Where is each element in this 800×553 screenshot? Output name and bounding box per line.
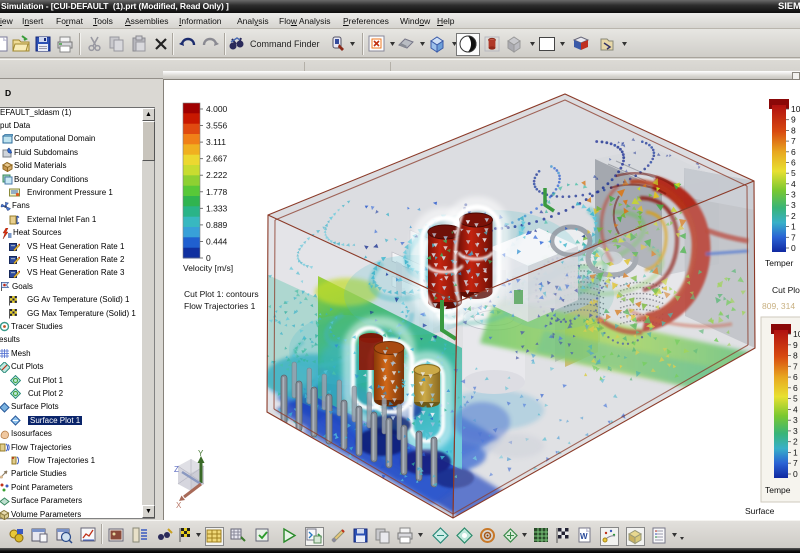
svg-text:Tempe: Tempe bbox=[765, 485, 791, 495]
svg-text:7: 7 bbox=[793, 361, 798, 371]
svg-text:7: 7 bbox=[791, 136, 796, 146]
svg-text:6: 6 bbox=[791, 147, 796, 157]
svg-text:0: 0 bbox=[793, 469, 798, 479]
svg-text:W: W bbox=[580, 532, 588, 541]
svg-text:Cut Plot 1: contours: Cut Plot 1: contours bbox=[184, 289, 259, 299]
svg-text:Temper: Temper bbox=[765, 258, 794, 268]
svg-text:2.222: 2.222 bbox=[206, 170, 228, 180]
svg-text:10: 10 bbox=[791, 104, 800, 114]
svg-text:3: 3 bbox=[793, 426, 798, 436]
svg-text:7: 7 bbox=[793, 458, 798, 468]
svg-text:Z: Z bbox=[174, 465, 179, 474]
svg-text:1.333: 1.333 bbox=[206, 203, 228, 213]
svg-text:809, 314: 809, 314 bbox=[762, 301, 795, 311]
svg-text:6: 6 bbox=[793, 383, 798, 393]
svg-text:2: 2 bbox=[793, 437, 798, 447]
svg-text:9: 9 bbox=[791, 115, 796, 125]
svg-text:Velocity [m/s]: Velocity [m/s] bbox=[183, 263, 233, 273]
svg-text:Y: Y bbox=[198, 449, 204, 458]
svg-text:0: 0 bbox=[206, 253, 211, 263]
svg-text:4: 4 bbox=[791, 179, 796, 189]
svg-text:X: X bbox=[176, 501, 182, 510]
svg-text:Cut Plo: Cut Plo bbox=[772, 285, 800, 295]
svg-text:7: 7 bbox=[791, 232, 796, 242]
svg-text:3: 3 bbox=[791, 200, 796, 210]
svg-text:1: 1 bbox=[791, 222, 796, 232]
svg-text:1.778: 1.778 bbox=[206, 187, 228, 197]
svg-text:2.667: 2.667 bbox=[206, 154, 228, 164]
svg-text:0: 0 bbox=[791, 243, 796, 253]
svg-text:5: 5 bbox=[791, 168, 796, 178]
svg-text:0.444: 0.444 bbox=[206, 236, 228, 246]
svg-text:2: 2 bbox=[791, 211, 796, 221]
svg-text:4.000: 4.000 bbox=[206, 104, 228, 114]
svg-text:Flow Trajectories 1: Flow Trajectories 1 bbox=[184, 301, 256, 311]
svg-text:Surface: Surface bbox=[745, 506, 775, 516]
svg-text:6: 6 bbox=[791, 158, 796, 168]
svg-text:5: 5 bbox=[793, 394, 798, 404]
svg-text:9: 9 bbox=[793, 340, 798, 350]
svg-text:10: 10 bbox=[793, 329, 800, 339]
svg-text:6: 6 bbox=[793, 372, 798, 382]
svg-text:3.556: 3.556 bbox=[206, 121, 228, 131]
svg-text:8: 8 bbox=[793, 351, 798, 361]
svg-text:3.111: 3.111 bbox=[206, 137, 226, 147]
svg-text:8: 8 bbox=[791, 125, 796, 135]
svg-text:1: 1 bbox=[793, 448, 798, 458]
svg-text:3: 3 bbox=[791, 190, 796, 200]
svg-text:0.889: 0.889 bbox=[206, 220, 228, 230]
svg-text:4: 4 bbox=[793, 404, 798, 414]
svg-text:3: 3 bbox=[793, 415, 798, 425]
